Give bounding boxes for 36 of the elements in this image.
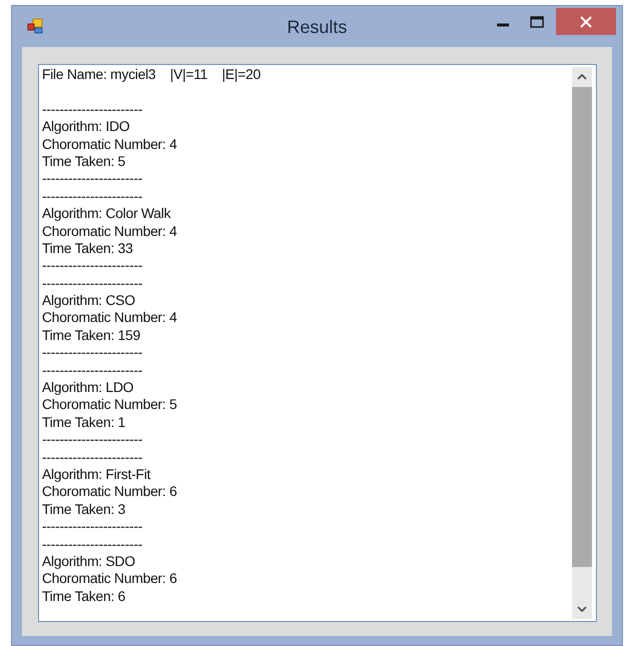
- text-line: -----------------------: [42, 431, 142, 449]
- text-line: Time Taken: 1: [42, 414, 126, 432]
- text-line: -----------------------: [42, 170, 142, 188]
- text-line: -----------------------: [42, 344, 142, 362]
- text-line: Choromatic Number: 6: [42, 483, 177, 501]
- text-line: -----------------------: [42, 448, 142, 466]
- text-line: -----------------------: [42, 362, 142, 380]
- text-line: Time Taken: 159: [42, 326, 140, 344]
- window-title: Results: [286, 16, 348, 38]
- text-line: Choromatic Number: 4: [42, 222, 177, 240]
- app-icon: [27, 18, 45, 34]
- text-line: -----------------------: [42, 536, 142, 553]
- maximize-icon: [530, 16, 544, 28]
- text-line: Algorithm: CSO: [42, 292, 136, 310]
- text-line: Choromatic Number: 4: [42, 309, 177, 327]
- text-line: -----------------------: [42, 188, 142, 206]
- text-line: Choromatic Number: 4: [42, 136, 177, 153]
- text-line: Algorithm: IDO: [42, 118, 130, 136]
- text-line: -----------------------: [42, 274, 142, 292]
- close-icon: [580, 16, 592, 28]
- text-line: -----------------------: [42, 518, 142, 536]
- text-line: Time Taken: 3: [42, 500, 126, 518]
- text-line: Choromatic Number: 6: [42, 570, 177, 588]
- text-line: Algorithm: First-Fit: [42, 466, 150, 484]
- text-line: File Name: myciel3 |V|=11 |E|=20: [42, 66, 260, 84]
- close-button[interactable]: [556, 8, 616, 35]
- text-line: Choromatic Number: 5: [42, 396, 177, 414]
- text-line: Time Taken: 5: [42, 152, 126, 170]
- text-line: Algorithm: LDO: [42, 379, 134, 396]
- minimize-icon: [497, 23, 509, 27]
- text-line: Algorithm: SDO: [42, 552, 136, 570]
- text-line: -----------------------: [42, 257, 142, 275]
- text-line: Time Taken: 6: [42, 588, 126, 606]
- text-line: Time Taken: 33: [42, 240, 133, 258]
- text-line: -----------------------: [42, 100, 142, 118]
- text-line: Algorithm: Color Walk: [42, 205, 171, 223]
